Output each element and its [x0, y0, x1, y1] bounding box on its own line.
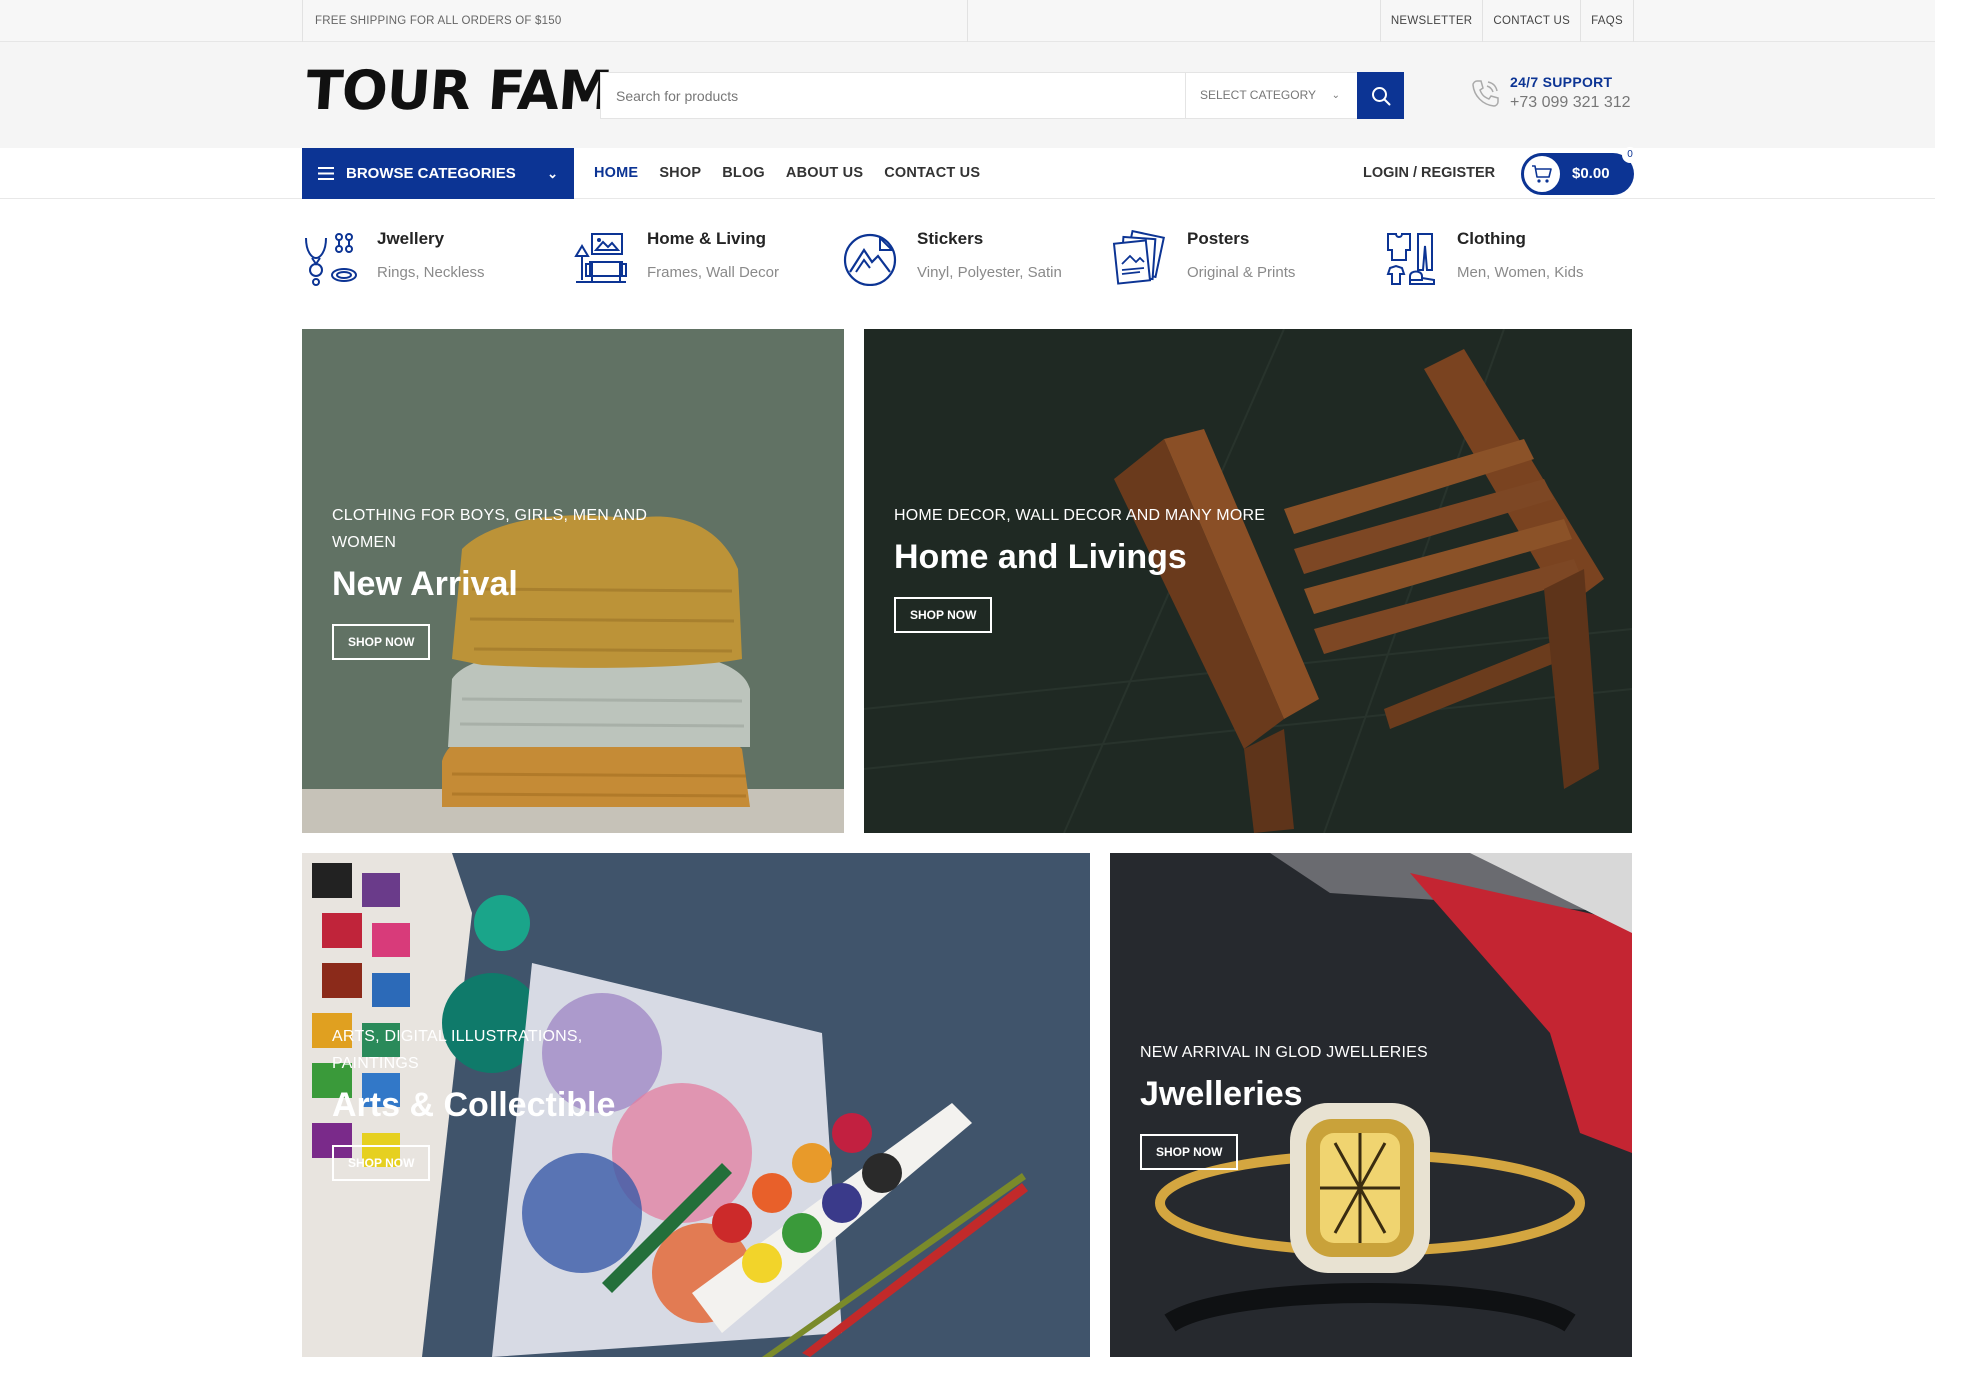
support-phone[interactable]: +73 099 321 312	[1510, 94, 1631, 112]
category-clothing[interactable]: Clothing Men, Women, Kids	[1382, 222, 1642, 292]
category-name: Clothing	[1457, 229, 1526, 248]
category-name: Jwellery	[377, 229, 445, 248]
banner-title: New Arrival	[332, 565, 518, 603]
search-input[interactable]	[601, 73, 1185, 118]
banner-new-arrival[interactable]: CLOTHING FOR BOYS, GIRLS, MEN AND WOMEN …	[302, 329, 844, 833]
nav-home[interactable]: HOME	[594, 148, 638, 199]
jewellery-icon	[305, 233, 357, 286]
banner-jwelleries[interactable]: NEW ARRIVAL IN GLOD JWELLERIES Jwellerie…	[1110, 853, 1632, 1357]
banner-content: NEW ARRIVAL IN GLOD JWELLERIES Jwellerie…	[1140, 1039, 1460, 1170]
category-select[interactable]: SELECT CATEGORY ⌄	[1185, 73, 1358, 118]
menu-icon	[318, 167, 334, 180]
banner-title: Arts & Collectible	[332, 1086, 616, 1124]
phone-icon	[1472, 80, 1499, 107]
banner-home-livings[interactable]: HOME DECOR, WALL DECOR AND MANY MORE Hom…	[864, 329, 1632, 833]
banner-subtitle: ARTS, DIGITAL ILLUSTRATIONS, PAINTINGS	[332, 1028, 583, 1072]
cart-total: $0.00	[1572, 165, 1610, 182]
nav-shop[interactable]: SHOP	[659, 148, 701, 199]
category-name: Home & Living	[647, 229, 767, 248]
shop-now-button[interactable]: SHOP NOW	[1140, 1134, 1239, 1170]
category-subtitle: Frames, Wall Decor	[647, 264, 779, 281]
shop-now-button[interactable]: SHOP NOW	[332, 1145, 431, 1181]
stickers-icon	[843, 233, 897, 286]
browse-categories-button[interactable]: BROWSE CATEGORIES ⌄	[302, 148, 574, 199]
banner-title: Home and Livings	[894, 538, 1187, 576]
site-header: TOUR FAM SELECT CATEGORY ⌄ 24/7 SUPPORT …	[0, 42, 1935, 148]
category-subtitle: Men, Women, Kids	[1457, 264, 1584, 281]
banner-arts-collectible[interactable]: ARTS, DIGITAL ILLUSTRATIONS, PAINTINGS A…	[302, 853, 1090, 1357]
contact-us-top-link[interactable]: CONTACT US	[1482, 0, 1580, 42]
search-icon	[1371, 86, 1390, 105]
top-links: NEWSLETTER CONTACT US FAQS	[1379, 0, 1634, 42]
nav-blog[interactable]: BLOG	[722, 148, 765, 199]
category-stickers[interactable]: Stickers Vinyl, Polyester, Satin	[842, 222, 1102, 292]
category-jewellery[interactable]: Jwellery Rings, Neckless	[302, 222, 562, 292]
category-name: Posters	[1187, 229, 1250, 248]
banner-subtitle: HOME DECOR, WALL DECOR AND MANY MORE	[894, 507, 1266, 524]
category-subtitle: Rings, Neckless	[377, 264, 485, 281]
browse-categories-label: BROWSE CATEGORIES	[346, 165, 516, 182]
banner-subtitle: CLOTHING FOR BOYS, GIRLS, MEN AND WOMEN	[332, 507, 648, 551]
cart-icon	[1532, 165, 1552, 183]
main-navigation: BROWSE CATEGORIES ⌄ HOME SHOP BLOG ABOUT…	[0, 147, 1935, 199]
nav-contact-us[interactable]: CONTACT US	[884, 148, 980, 199]
banner-content: HOME DECOR, WALL DECOR AND MANY MORE Hom…	[894, 502, 1274, 633]
chevron-down-icon: ⌄	[1331, 90, 1340, 101]
category-strip: Jwellery Rings, Neckless Home & Living F…	[302, 222, 1634, 292]
banner-subtitle: NEW ARRIVAL IN GLOD JWELLERIES	[1140, 1044, 1428, 1061]
category-select-label: SELECT CATEGORY	[1200, 88, 1317, 102]
nav-about-us[interactable]: ABOUT US	[786, 148, 863, 199]
support-title: 24/7 SUPPORT	[1510, 74, 1613, 90]
menu: HOME SHOP BLOG ABOUT US CONTACT US	[594, 148, 1001, 199]
top-bar: FREE SHIPPING FOR ALL ORDERS OF $150 NEW…	[0, 0, 1935, 42]
category-home-living[interactable]: Home & Living Frames, Wall Decor	[572, 222, 832, 292]
category-subtitle: Original & Prints	[1187, 264, 1296, 281]
clothing-icon	[1386, 233, 1435, 285]
cart-icon-wrap	[1521, 153, 1563, 195]
home-living-icon	[574, 233, 627, 283]
cart-count-badge: 0	[1622, 147, 1638, 163]
category-name: Stickers	[917, 229, 984, 248]
cart-button[interactable]: $0.00 0	[1521, 147, 1638, 195]
site-logo[interactable]: TOUR FAM	[304, 59, 614, 122]
login-register-link[interactable]: LOGIN / REGISTER	[1363, 148, 1495, 199]
faqs-link[interactable]: FAQS	[1580, 0, 1634, 42]
banner-content: ARTS, DIGITAL ILLUSTRATIONS, PAINTINGS A…	[332, 1023, 632, 1181]
shop-now-button[interactable]: SHOP NOW	[894, 597, 993, 633]
banner-content: CLOTHING FOR BOYS, GIRLS, MEN AND WOMEN …	[332, 502, 702, 660]
free-shipping-notice: FREE SHIPPING FOR ALL ORDERS OF $150	[302, 0, 968, 42]
category-posters[interactable]: Posters Original & Prints	[1112, 222, 1372, 292]
banner-title: Jwelleries	[1140, 1075, 1303, 1113]
shop-now-button[interactable]: SHOP NOW	[332, 624, 431, 660]
category-subtitle: Vinyl, Polyester, Satin	[917, 264, 1062, 281]
search-button[interactable]	[1357, 72, 1404, 119]
search-form: SELECT CATEGORY ⌄	[600, 72, 1404, 119]
posters-icon	[1112, 230, 1165, 285]
newsletter-link[interactable]: NEWSLETTER	[1379, 0, 1483, 42]
chevron-down-icon: ⌄	[547, 166, 558, 181]
